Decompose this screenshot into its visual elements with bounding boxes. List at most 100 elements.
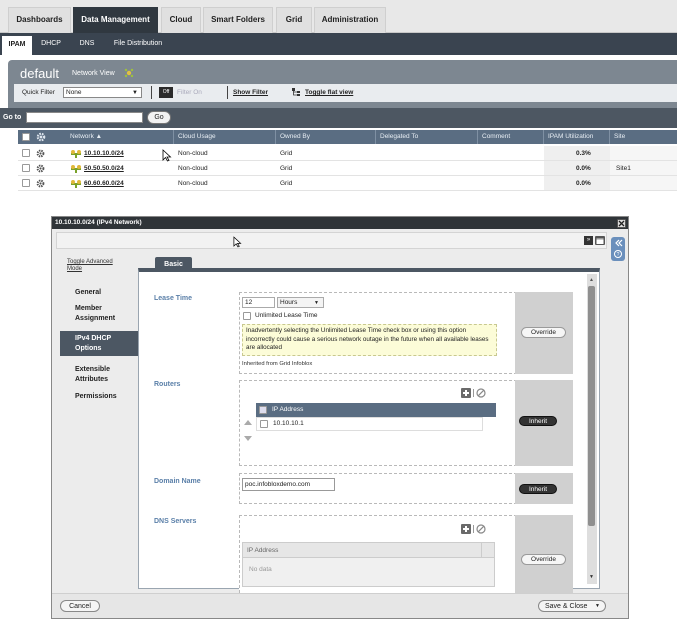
dhcp-options-panel: Lease Time 12 Hours ▼ Unlimited Lease Ti… (138, 268, 600, 593)
sort-asc-icon: ▲ (95, 133, 103, 140)
cloud-usage-cell: Non-cloud (178, 180, 208, 187)
ip-address-column: IP Address (272, 406, 304, 413)
move-down-icon[interactable] (244, 436, 252, 442)
network-link[interactable]: 60.60.60.0/24 (84, 176, 124, 191)
domain-name-label: Domain Name (154, 478, 201, 485)
col-site[interactable]: Site (610, 130, 677, 144)
col-owned-by[interactable]: Owned By (276, 130, 376, 144)
grid-header: Network ▲ Cloud Usage Owned By Delegated… (18, 130, 677, 144)
add-icon[interactable] (461, 524, 471, 534)
vertical-scrollbar[interactable]: ▲ ▼ (587, 274, 597, 584)
tab-data-management[interactable]: Data Management (73, 7, 158, 33)
table-row[interactable]: 10.10.10.0/24 Non-cloud Grid 0.3% (18, 146, 677, 161)
dialog-footer: Cancel Save & Close ▼ (52, 593, 628, 618)
toggle-flat-view-link[interactable]: Toggle flat view (305, 89, 353, 96)
inherit-button[interactable]: Inherit (519, 484, 557, 494)
delete-icon[interactable] (476, 388, 486, 398)
go-button[interactable]: Go (147, 111, 171, 124)
table-row[interactable]: 50.50.50.0/24 Non-cloud Grid 0.0% Site1 (18, 161, 677, 176)
col-network[interactable]: Network ▲ (66, 130, 174, 144)
scroll-down-icon[interactable]: ▼ (589, 574, 594, 580)
sub-nav: IPAM DHCP DNS File Distribution (0, 33, 677, 55)
cloud-usage-cell: Non-cloud (178, 150, 208, 157)
row-checkbox[interactable] (22, 149, 30, 157)
router-ip: 10.10.10.1 (273, 420, 304, 427)
select-all-checkbox[interactable] (259, 406, 267, 414)
tree-view-icon (292, 88, 301, 97)
nav-permissions[interactable]: Permissions (75, 392, 117, 402)
cloud-usage-cell: Non-cloud (178, 165, 208, 172)
tab-grid[interactable]: Grid (276, 7, 312, 33)
scroll-up-icon[interactable]: ▲ (589, 277, 594, 283)
filter-off-toggle[interactable]: Off (159, 87, 173, 98)
tab-dashboards[interactable]: Dashboards (8, 7, 71, 33)
subtab-dhcp[interactable]: DHCP (36, 33, 66, 55)
override-button[interactable]: Override (521, 554, 566, 565)
move-up-icon[interactable] (244, 419, 252, 425)
quick-filter-value: None (66, 89, 82, 96)
add-icon[interactable] (461, 388, 471, 398)
network-link[interactable]: 50.50.50.0/24 (84, 161, 124, 176)
subtab-file-distribution[interactable]: File Distribution (110, 33, 166, 55)
gear-icon[interactable] (36, 164, 45, 173)
owned-by-cell: Grid (280, 150, 293, 157)
close-icon[interactable] (617, 219, 626, 228)
subtab-ipam[interactable]: IPAM (2, 36, 32, 55)
subtab-dns[interactable]: DNS (72, 33, 102, 55)
col-comment[interactable]: Comment (478, 130, 544, 144)
save-close-button[interactable]: Save & Close ▼ (538, 600, 606, 612)
nav-ipv4-dhcp-options[interactable]: IPv4 DHCP Options (75, 334, 125, 354)
quick-filter-select[interactable]: None ▼ (63, 87, 142, 98)
col-ipam-utilization[interactable]: IPAM Utilization (544, 130, 610, 144)
gear-icon[interactable] (36, 179, 45, 188)
nav-extensible-attributes[interactable]: Extensible Attributes (75, 365, 130, 385)
calendar-icon[interactable] (595, 236, 605, 245)
toggle-advanced-mode-link[interactable]: Toggle Advanced Mode (67, 259, 125, 273)
network-link[interactable]: 10.10.10.0/24 (84, 146, 124, 161)
tab-administration[interactable]: Administration (314, 7, 386, 33)
lease-time-input[interactable]: 12 (242, 297, 275, 308)
tab-smart-folders[interactable]: Smart Folders (203, 7, 273, 33)
side-panel-toggle[interactable]: ? (611, 237, 625, 261)
cancel-button[interactable]: Cancel (60, 600, 100, 612)
nav-member-assignment[interactable]: Member Assignment (75, 304, 135, 324)
dialog-title: 10.10.10.0/24 (IPv4 Network) (52, 217, 628, 229)
expand-icon[interactable]: » (584, 236, 593, 245)
utilization-value: 0.0% (576, 180, 591, 187)
lease-time-section: 12 Hours ▼ Unlimited Lease Time Inadvert… (239, 292, 517, 374)
separator (473, 525, 474, 533)
gear-icon[interactable] (36, 132, 46, 142)
separator (227, 86, 228, 99)
chevron-down-icon: ▼ (595, 603, 600, 609)
unlimited-lease-checkbox[interactable] (243, 312, 251, 320)
row-checkbox[interactable] (260, 420, 268, 428)
tab-cloud[interactable]: Cloud (161, 7, 201, 33)
router-row[interactable]: 10.10.10.1 (256, 417, 483, 431)
dns-servers-table: IP Address No data (242, 542, 495, 587)
utilization-cell: 0.3% (544, 146, 610, 160)
scrollbar-thumb[interactable] (588, 286, 595, 526)
delete-icon[interactable] (476, 524, 486, 534)
top-nav: Dashboards Data Management Cloud Smart F… (0, 0, 677, 33)
override-button[interactable]: Override (521, 327, 566, 338)
network-view-icon[interactable] (124, 68, 134, 78)
row-checkbox[interactable] (22, 164, 30, 172)
show-filter-link[interactable]: Show Filter (233, 89, 268, 96)
col-delegated-to[interactable]: Delegated To (376, 130, 478, 144)
select-all-checkbox[interactable] (22, 133, 30, 141)
routers-table-header: IP Address (256, 403, 496, 417)
domain-name-input[interactable]: poc.infobloxdemo.com (242, 478, 335, 491)
inherited-from-text: Inherited from Grid Infoblox (242, 361, 313, 367)
goto-input[interactable] (26, 112, 143, 123)
lease-unit-select[interactable]: Hours ▼ (277, 297, 324, 308)
mouse-cursor-icon (162, 149, 172, 162)
separator (473, 389, 474, 397)
inherit-button[interactable]: Inherit (519, 416, 557, 426)
save-close-label: Save & Close (545, 603, 588, 610)
table-row[interactable]: 60.60.60.0/24 Non-cloud Grid 0.0% (18, 176, 677, 191)
nav-general[interactable]: General (75, 288, 101, 298)
gear-icon[interactable] (36, 149, 45, 158)
col-cloud-usage[interactable]: Cloud Usage (174, 130, 276, 144)
row-checkbox[interactable] (22, 179, 30, 187)
dns-servers-section: IP Address No data (239, 515, 517, 593)
